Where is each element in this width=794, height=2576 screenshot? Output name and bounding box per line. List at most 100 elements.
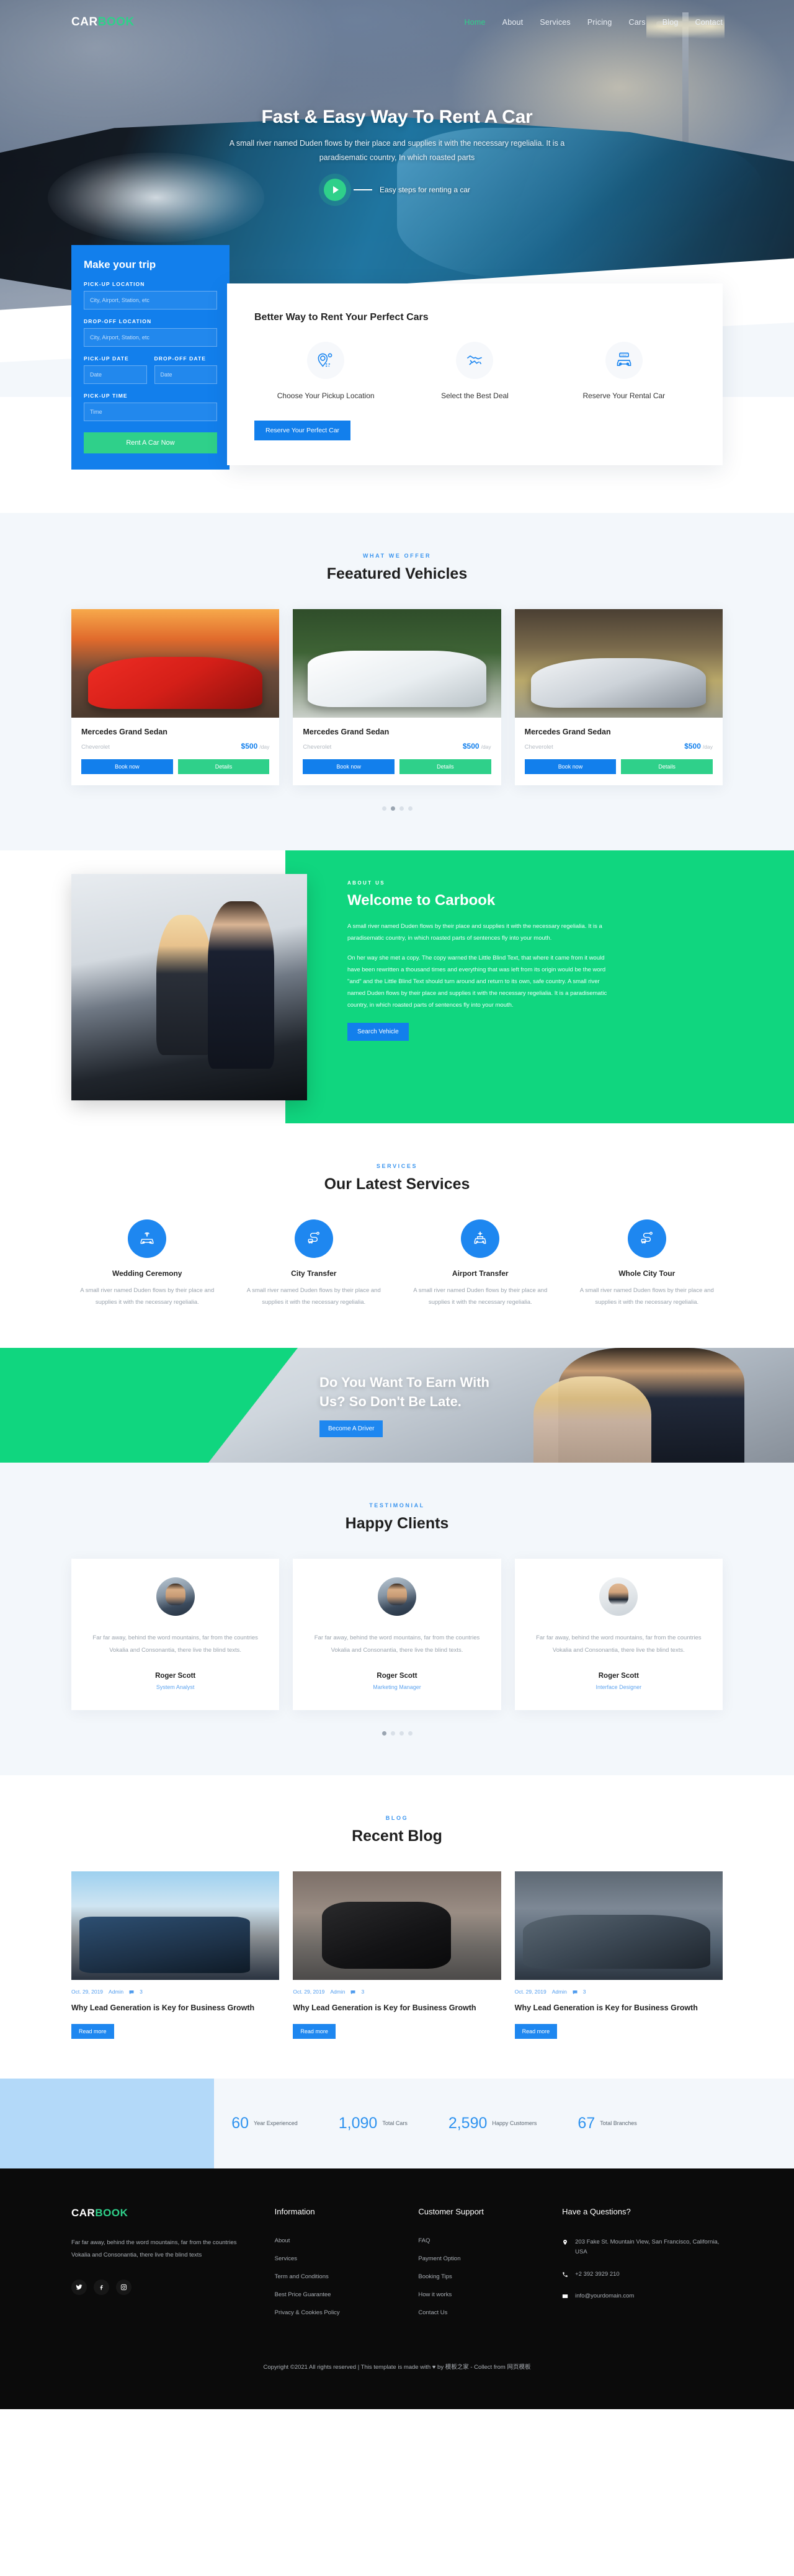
testimonials-section: TESTIMONIAL Happy Clients Far far away, … <box>0 1463 794 1775</box>
nav-item-home[interactable]: Home <box>465 18 486 27</box>
blog-image <box>293 1871 501 1980</box>
read-more-button[interactable]: Read more <box>71 2024 114 2039</box>
nav-item-blog[interactable]: Blog <box>662 18 679 27</box>
avatar <box>156 1577 195 1616</box>
details-button[interactable]: Details <box>621 759 713 774</box>
footer-link-contact-us[interactable]: Contact Us <box>418 2309 537 2316</box>
service-desc: A small river named Duden flows by their… <box>246 1287 381 1306</box>
footer-link-services[interactable]: Services <box>275 2255 394 2262</box>
vehicle-price-unit: /day <box>259 744 270 750</box>
testimonials-list: Far far away, behind the word mountains,… <box>71 1559 723 1710</box>
featured-vehicles-section: WHAT WE OFFER Feeatured Vehicles Mercede… <box>0 513 794 850</box>
rent-a-car-now-button[interactable]: Rent A Car Now <box>84 432 217 453</box>
footer-link-how-it-works[interactable]: How it works <box>418 2291 537 2298</box>
book-now-button[interactable]: Book now <box>81 759 173 774</box>
nav-item-contact[interactable]: Contact <box>695 18 723 27</box>
blog-image <box>71 1871 280 1980</box>
nav-item-cars[interactable]: Cars <box>628 18 645 27</box>
instagram-icon[interactable] <box>116 2280 132 2296</box>
cta-title: Do You Want To Earn With Us? So Don't Be… <box>319 1375 489 1410</box>
vehicle-image <box>514 609 723 718</box>
dropoff-location-input[interactable] <box>84 328 217 347</box>
vehicle-card[interactable]: Mercedes Grand Sedan Cheverolet $500 /da… <box>71 609 280 785</box>
blog-card[interactable]: Oct. 29, 2019 Admin 3 Why Lead Generatio… <box>293 1871 501 2039</box>
step-label: Select the Best Deal <box>441 391 509 400</box>
about-image <box>71 874 307 1100</box>
pickup-time-input[interactable] <box>84 403 217 421</box>
vehicle-card[interactable]: Mercedes Grand Sedan Cheverolet $500 /da… <box>293 609 501 785</box>
read-more-button[interactable]: Read more <box>293 2024 336 2039</box>
footer-link-booking-tips[interactable]: Booking Tips <box>418 2273 537 2280</box>
footer-link-best-price[interactable]: Best Price Guarantee <box>275 2291 394 2298</box>
nav-item-pricing[interactable]: Pricing <box>587 18 612 27</box>
twitter-icon[interactable] <box>71 2280 87 2296</box>
carousel-dot[interactable] <box>381 806 386 811</box>
footer-link-about[interactable]: About <box>275 2237 394 2244</box>
footer-brand-column: CARBOOK Far far away, behind the word mo… <box>71 2207 250 2327</box>
footer-link-terms[interactable]: Term and Conditions <box>275 2273 394 2280</box>
book-now-button[interactable]: Book now <box>524 759 617 774</box>
details-button[interactable]: Details <box>399 759 491 774</box>
carousel-dot[interactable] <box>399 1731 404 1736</box>
hero-video-row: Easy steps for renting a car <box>0 179 794 202</box>
footer-link-faq[interactable]: FAQ <box>418 2237 537 2244</box>
details-button[interactable]: Details <box>177 759 270 774</box>
read-more-button[interactable]: Read more <box>514 2024 558 2039</box>
search-vehicle-button[interactable]: Search Vehicle <box>347 1023 409 1041</box>
footer-information-column: Information About Services Term and Cond… <box>275 2207 394 2327</box>
dropoff-location-label: DROP-OFF LOCATION <box>84 318 152 324</box>
blog-post-title: Why Lead Generation is Key for Business … <box>293 2003 476 2012</box>
pickup-location-input[interactable] <box>84 291 217 310</box>
facebook-icon[interactable] <box>94 2280 109 2296</box>
stat-years-experienced: 60 Year Experienced <box>231 2115 298 2133</box>
carousel-dot-active[interactable] <box>390 806 395 811</box>
site-footer: CARBOOK Far far away, behind the word mo… <box>0 2168 794 2410</box>
reserve-perfect-car-button[interactable]: Reserve Your Perfect Car <box>254 420 351 440</box>
carousel-dot-active[interactable] <box>381 1731 386 1736</box>
service-desc: A small river named Duden flows by their… <box>579 1287 714 1306</box>
vehicles-title: Feeatured Vehicles <box>326 565 468 582</box>
step-reserve-car: RENT Reserve Your Rental Car <box>553 342 695 402</box>
footer-email[interactable]: info@yourdomain.com <box>575 2291 634 2301</box>
nav-item-services[interactable]: Services <box>540 18 571 27</box>
carousel-dot[interactable] <box>390 1731 395 1736</box>
footer-address: 203 Fake St. Mountain View, San Francisc… <box>575 2239 720 2256</box>
footer-link-payment-option[interactable]: Payment Option <box>418 2255 537 2262</box>
book-now-button[interactable]: Book now <box>303 759 395 774</box>
footer-phone[interactable]: +2 392 3929 210 <box>575 2270 620 2280</box>
dropoff-date-input[interactable] <box>154 365 217 384</box>
step-label: Choose Your Pickup Location <box>277 391 375 400</box>
testimonials-eyebrow: TESTIMONIAL <box>369 1502 425 1509</box>
service-name: City Transfer <box>291 1269 337 1278</box>
vehicle-price: $500 <box>241 742 258 751</box>
footer-address-row: 203 Fake St. Mountain View, San Francisc… <box>562 2237 723 2257</box>
carousel-dot[interactable] <box>408 1731 413 1736</box>
blog-card[interactable]: Oct. 29, 2019 Admin 3 Why Lead Generatio… <box>71 1871 280 2039</box>
site-logo[interactable]: CARBOOK <box>71 16 135 29</box>
avatar <box>377 1577 416 1616</box>
carousel-dot[interactable] <box>408 806 413 811</box>
hero-copy: Fast & Easy Way To Rent A Car A small ri… <box>0 45 794 202</box>
service-desc: A small river named Duden flows by their… <box>80 1287 215 1306</box>
hero-title: Fast & Easy Way To Rent A Car <box>261 107 533 127</box>
hero-play-label: Easy steps for renting a car <box>379 185 471 195</box>
blog-card[interactable]: Oct. 29, 2019 Admin 3 Why Lead Generatio… <box>514 1871 723 2039</box>
blog-image <box>514 1871 723 1980</box>
vehicle-name: Mercedes Grand Sedan <box>81 728 167 736</box>
carousel-dot[interactable] <box>399 806 404 811</box>
footer-link-privacy[interactable]: Privacy & Cookies Policy <box>275 2309 394 2316</box>
footer-logo[interactable]: CARBOOK <box>71 2207 250 2219</box>
vehicle-price-unit: /day <box>702 744 713 750</box>
play-icon[interactable] <box>323 179 346 202</box>
become-a-driver-button[interactable]: Become A Driver <box>319 1420 383 1437</box>
about-paragraph-1: A small river named Duden flows by their… <box>347 923 602 942</box>
vehicle-image <box>293 609 501 718</box>
footer-questions-heading: Have a Questions? <box>562 2207 631 2217</box>
pickup-date-input[interactable] <box>84 365 147 384</box>
service-card-airport-transfer: Airport Transfer A small river named Dud… <box>404 1219 556 1308</box>
vehicle-price: $500 <box>684 742 701 751</box>
rent-car-icon: RENT <box>605 342 643 379</box>
vehicle-card[interactable]: Mercedes Grand Sedan Cheverolet $500 /da… <box>514 609 723 785</box>
nav-item-about[interactable]: About <box>502 18 524 27</box>
divider-dash <box>353 189 372 191</box>
